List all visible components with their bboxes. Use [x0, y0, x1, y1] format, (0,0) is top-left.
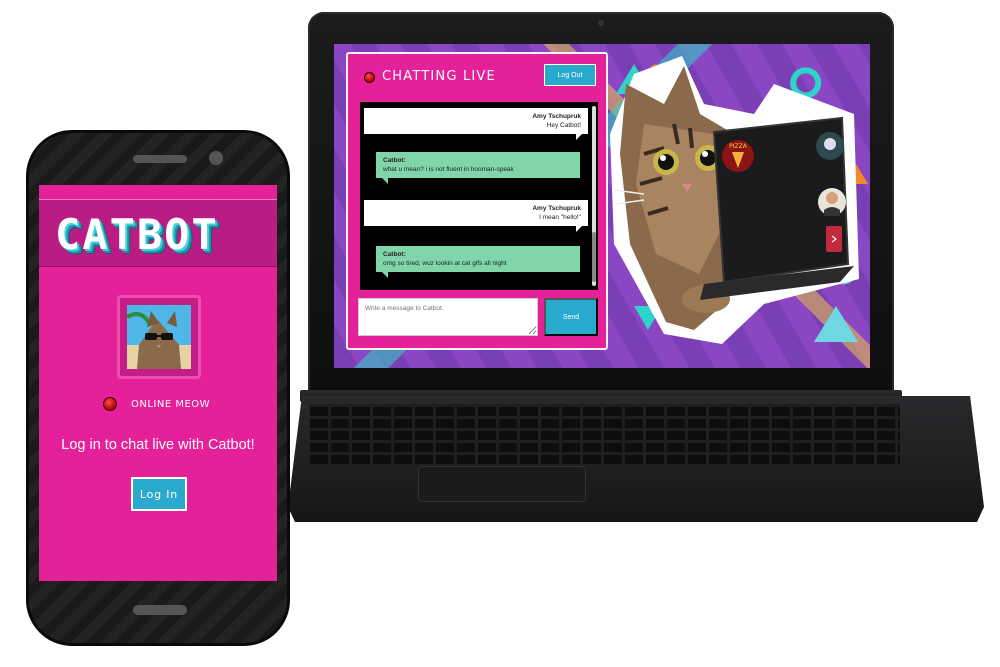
- logout-button[interactable]: Log Out: [544, 64, 596, 86]
- scrollbar-thumb[interactable]: [592, 232, 596, 282]
- message-text: Hey Catbot!: [546, 122, 581, 129]
- message-text: what u mean? i is not fluent in hooman-s…: [383, 166, 514, 173]
- login-button[interactable]: Log In: [131, 477, 187, 511]
- chat-title: CHATTING LIVE: [382, 69, 496, 84]
- list-item: Catbot: what u mean? i is not fluent in …: [376, 152, 580, 184]
- list-item: Amy Tschupruk Hey Catbot!: [364, 108, 588, 140]
- message-list[interactable]: Amy Tschupruk Hey Catbot! Catbot: what u…: [360, 102, 598, 290]
- message-sender: Amy Tschupruk: [532, 113, 581, 120]
- laptop-lid: CHATTING LIVE Log Out Amy Tschupruk Hey …: [308, 12, 894, 396]
- online-status-dot-icon: [103, 397, 117, 411]
- laptop-keyboard: [310, 404, 900, 464]
- catbot-avatar-frame: [117, 295, 201, 379]
- login-prompt: Log in to chat live with Catbot!: [61, 437, 255, 453]
- phone-speaker: [133, 155, 187, 163]
- phone-home-button[interactable]: [133, 605, 187, 615]
- laptop-screen: CHATTING LIVE Log Out Amy Tschupruk Hey …: [334, 44, 870, 368]
- cat-with-laptop-image: PIZZA: [610, 56, 859, 344]
- app-logo: CATBOT: [55, 210, 219, 259]
- list-item: Amy Tschupruk I mean "hello!": [364, 200, 588, 232]
- send-button[interactable]: Send: [544, 298, 598, 336]
- avatar: [127, 305, 191, 369]
- laptop-trackpad: [418, 466, 586, 502]
- live-status-dot-icon: [364, 72, 375, 83]
- message-text: I mean "hello!": [539, 214, 581, 221]
- laptop-camera: [598, 20, 604, 26]
- phone: CATBOT ONLINE MEOW Log in to chat live w…: [26, 130, 290, 646]
- list-item: Catbot: omg so tired, wuz lookin at cat …: [376, 246, 580, 278]
- chat-panel: CHATTING LIVE Log Out Amy Tschupruk Hey …: [346, 52, 608, 350]
- phone-screen: CATBOT ONLINE MEOW Log in to chat live w…: [39, 185, 277, 581]
- message-sender: Catbot:: [383, 157, 406, 164]
- chat-header: CHATTING LIVE Log Out: [348, 54, 606, 98]
- message-input[interactable]: [358, 298, 538, 336]
- message-text: omg so tired, wuz lookin at cat gifs all…: [383, 260, 507, 267]
- app-header: CATBOT: [39, 199, 277, 267]
- sticker-label: PIZZA: [729, 143, 748, 150]
- online-status-label: ONLINE MEOW: [131, 399, 211, 410]
- message-sender: Catbot:: [383, 251, 406, 258]
- phone-camera: [209, 151, 223, 165]
- message-sender: Amy Tschupruk: [532, 205, 581, 212]
